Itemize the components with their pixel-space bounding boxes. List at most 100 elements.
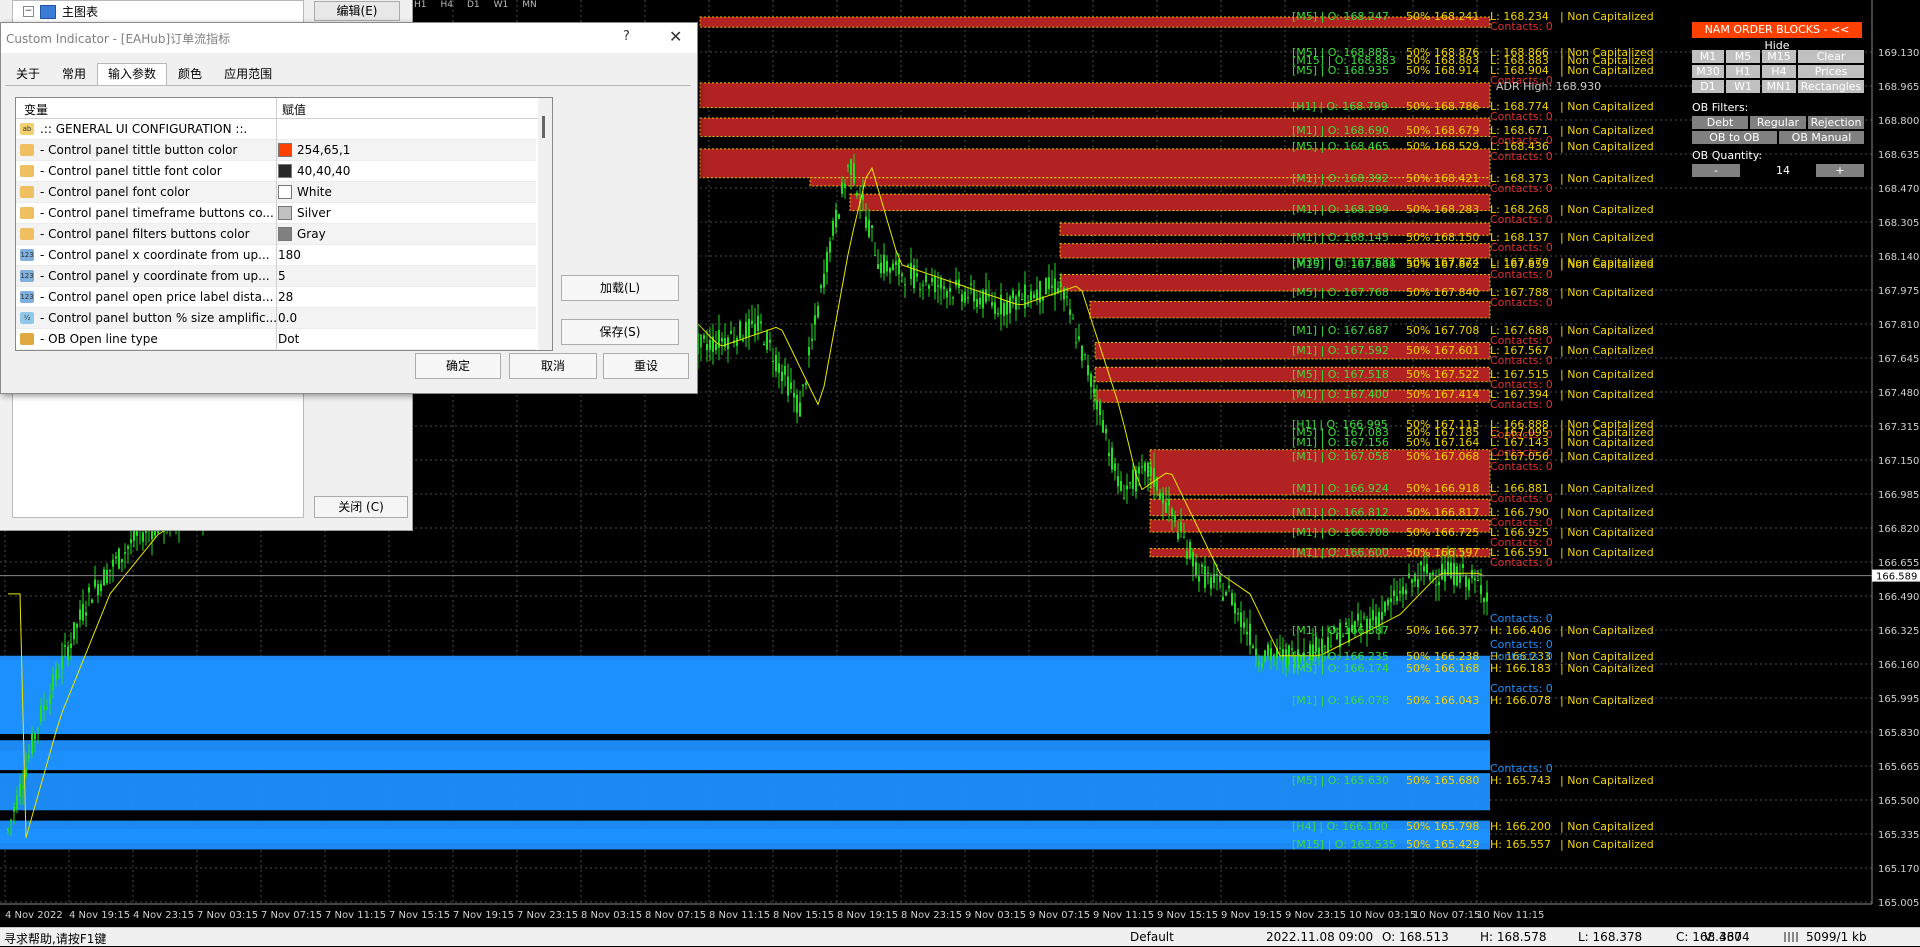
candle-body [832,220,834,236]
candle-body [1420,561,1422,566]
candle-body [1030,291,1032,301]
rectangles-button[interactable]: Rectangles [1798,80,1864,93]
color-swatch [278,206,292,220]
scrollbar-thumb[interactable] [542,116,545,138]
timeframe-h1[interactable]: H1 [414,0,427,10]
candle-body [1117,476,1119,487]
reset-button[interactable]: 重设 [603,353,689,379]
candle-body [1258,662,1260,666]
candle-body [1267,644,1269,656]
dialog-tabs: 关于 常用 输入参数 颜色 应用范围 [5,63,283,85]
column-variable[interactable]: 变量 [24,101,48,118]
tf-button-m15[interactable]: M15 [1762,50,1796,63]
collapse-icon[interactable]: − [23,6,34,17]
param-value[interactable]: 0.0 [278,311,297,325]
param-value-text: Dot [278,332,300,346]
param-value[interactable]: Gray [278,227,326,241]
tab-colors[interactable]: 颜色 [167,63,213,85]
param-value[interactable]: Silver [278,206,331,220]
control-panel-title-button[interactable]: NAM ORDER BLOCKS - << Hide [1692,22,1862,52]
candle-body [799,402,801,417]
param-value[interactable]: 254,65,1 [278,143,350,157]
help-icon[interactable]: ? [623,29,630,44]
dialog-titlebar[interactable]: Custom Indicator - [EAHub]订单流指标 ? ✕ [1,23,697,53]
tab-inputs[interactable]: 输入参数 [97,63,168,85]
dialog-title: Custom Indicator - [EAHub]订单流指标 [6,32,231,46]
candle-body [1144,462,1146,472]
column-value[interactable]: 赋值 [282,101,306,118]
edit-button[interactable]: 编辑(E) [314,1,400,21]
time-tick-label: 9 Nov 11:15 [1093,910,1154,921]
prices-button[interactable]: Prices [1798,65,1864,78]
filter-regular-button[interactable]: Regular [1750,116,1806,129]
ob-contacts-label: Contacts: 0 [1490,682,1553,695]
candle-body [1426,563,1428,574]
param-value[interactable]: 180 [278,248,301,262]
vertical-scrollbar[interactable] [538,98,552,350]
tf-button-d1[interactable]: D1 [1692,80,1724,93]
candle-body [1264,650,1266,662]
close-icon[interactable]: ✕ [669,27,682,46]
timeframe-h4[interactable]: H4 [441,0,454,10]
tf-button-m1[interactable]: M1 [1692,50,1724,63]
price-tick-label: 167.150 [1878,456,1919,467]
param-name: - Control panel tittle font color [40,164,222,178]
tf-button-h1[interactable]: H1 [1726,65,1760,78]
tf-button-h4[interactable]: H4 [1762,65,1796,78]
price-tick-label: 169.130 [1878,48,1919,59]
ob-open-label: [M5] | O: 167.768 [1292,286,1389,299]
time-tick-label: 7 Nov 07:15 [261,910,322,921]
candle-body [853,163,855,184]
ob-open-label: [M1] | O: 166.600 [1292,546,1389,559]
column-divider[interactable] [276,98,277,350]
filter-debt-button[interactable]: Debt [1692,116,1748,129]
ob-contacts-label: Contacts: 0 [1490,492,1553,505]
ob-status-label: | Non Capitalized [1560,546,1654,559]
load-button[interactable]: 加载(L) [561,275,679,301]
tab-common[interactable]: 常用 [51,63,97,85]
qty-minus-button[interactable]: - [1692,164,1740,177]
ob-contacts-label: Contacts: 0 [1490,556,1553,569]
cancel-button[interactable]: 取消 [509,353,597,379]
tf-button-w1[interactable]: W1 [1726,80,1760,93]
candle-body [1363,616,1365,618]
tf-button-m5[interactable]: M5 [1726,50,1760,63]
candle-body [775,354,777,372]
save-button[interactable]: 保存(S) [561,319,679,345]
timeframe-mn[interactable]: MN [522,0,537,10]
candle-body [1069,309,1071,315]
ob-status-label: | Non Capitalized [1560,258,1654,271]
time-tick-label: 9 Nov 19:15 [1221,910,1282,921]
candle-body [850,159,852,175]
timeframe-w1[interactable]: W1 [494,0,509,10]
candle-body [835,209,837,228]
param-value[interactable]: Dot [278,332,299,346]
ob-open-label: [M1] | O: 168.392 [1292,172,1389,185]
filter-rejection-button[interactable]: Rejection [1808,116,1864,129]
close-button[interactable]: 关闭 (C) [314,496,408,518]
price-tick-label: 167.975 [1878,286,1919,297]
clear-button[interactable]: Clear [1798,50,1864,63]
param-value-text: 5 [278,269,286,283]
candle-body [817,305,819,318]
param-value[interactable]: 40,40,40 [278,164,350,178]
tab-visualization[interactable]: 应用范围 [213,63,283,85]
filter-ob-to-ob-button[interactable]: OB to OB [1692,131,1777,144]
timeframe-d1[interactable]: D1 [467,0,480,10]
qty-plus-button[interactable]: + [1816,164,1864,177]
ob-status-label: | Non Capitalized [1560,286,1654,299]
param-value[interactable]: 5 [278,269,286,283]
candle-body [1252,645,1254,648]
ok-button[interactable]: 确定 [415,353,501,379]
status-profile[interactable]: Default [1130,930,1174,944]
enum-param-icon [20,333,34,345]
tf-button-mn1[interactable]: MN1 [1762,80,1796,93]
candle-body [1435,584,1437,586]
filter-ob-manual-button[interactable]: OB Manual [1779,131,1864,144]
tf-button-m30[interactable]: M30 [1692,65,1724,78]
param-value[interactable]: White [278,185,332,199]
tab-about[interactable]: 关于 [5,63,51,85]
tree-item-main-chart[interactable]: − 主图表 [23,3,98,20]
param-value[interactable]: 28 [278,290,293,304]
status-bar: 寻求帮助,请按F1键 Default 2022.11.08 09:00 O: 1… [0,927,1920,946]
